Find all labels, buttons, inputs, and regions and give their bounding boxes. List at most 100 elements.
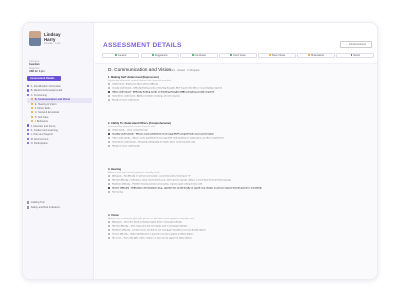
status-dot-icon	[31, 98, 34, 101]
answer-option-label: Understands – Clear comprehension	[112, 129, 148, 132]
answer-option-label: Rarely or never understood	[112, 99, 139, 102]
answer-option-label: Moderate difficulty – Problem hearing no…	[112, 183, 203, 186]
tab-label: Client Views	[233, 55, 246, 57]
radio-button[interactable]	[108, 98, 111, 101]
tab[interactable]: Suggestions	[141, 53, 179, 59]
tab-label: Conclusion	[194, 55, 206, 57]
status-dot-icon	[27, 89, 30, 92]
status-dot-icon	[31, 106, 34, 110]
avatar	[29, 31, 41, 46]
tab[interactable]: Client Views	[219, 53, 257, 59]
radio-button[interactable]	[108, 182, 111, 185]
sidebar-item-label: C. Functioning	[30, 93, 47, 97]
status-legend: Score · Answer · In Progress	[169, 69, 200, 72]
sidebar-nav: A. Identification Information B. Medical …	[27, 84, 92, 146]
tab-label: Result	[353, 55, 360, 57]
main-panel: ASSESSMENT DETAILS ← All Assessment Gene…	[95, 23, 377, 279]
sidebar-item-safety[interactable]: Safety and Risk Indicators	[27, 206, 92, 210]
sidebar-item-label: L. Pain and Support	[30, 133, 53, 137]
answer-option-label: Adequate – Sees fine detail, including r…	[112, 221, 183, 224]
assessment-details-button[interactable]: Assessment Details	[27, 76, 61, 81]
tab[interactable]: Parent Views	[258, 53, 296, 59]
radio-button[interactable]	[108, 144, 111, 147]
answer-option-label: Adequate – No difficulty in normal conve…	[112, 175, 191, 178]
sidebar-item-label: Safety and Risk Indicators	[30, 206, 60, 209]
radio-button[interactable]	[108, 221, 111, 223]
sidebar-item[interactable]: N. Participation	[27, 142, 92, 146]
profile-meta-caregiver: Caregiver Guardian	[29, 60, 89, 66]
radio-button[interactable]	[108, 86, 111, 89]
answer-option-label: Often understood – Difficulty finding wo…	[112, 91, 214, 94]
radio-button[interactable]	[108, 178, 111, 181]
section-title: D. Communication and Vision	[108, 68, 172, 73]
radio-button[interactable]	[108, 228, 111, 231]
radio-button[interactable]	[108, 190, 111, 193]
all-assessment-button[interactable]: ← All Assessment	[340, 41, 372, 48]
sidebar-item-guiding-tool[interactable]: Guiding Tool	[27, 201, 92, 205]
app-window: Lindsay Harry Female · 4 yrs Caregiver G…	[22, 22, 378, 280]
profile-card: Lindsay Harry Female · 4 yrs	[29, 31, 89, 57]
sidebar-item-label: J. Attention and Focus	[30, 124, 56, 128]
radio-button[interactable]	[108, 232, 111, 235]
answer-option-label: Moderate difficulty – Limited vision; no…	[112, 229, 206, 232]
answer-option[interactable]: No vision – Sees only light, colors, sha…	[108, 236, 370, 241]
sidebar-item-label: D. Communication and Vision	[34, 98, 71, 102]
radio-button[interactable]	[108, 224, 111, 227]
answer-option-label: Minimal difficulty – Difficulty in some …	[112, 179, 231, 182]
sidebar-item-label: G. Social & Emotional	[34, 111, 60, 115]
radio-button[interactable]	[108, 83, 111, 85]
radio-button[interactable]	[108, 186, 111, 189]
profile-meta-diagnosis: Diagnosis ASD Gr: 3 yrs	[29, 67, 89, 73]
question-block: 1. Making Self Understood (Expression) Ex…	[108, 76, 370, 103]
radio-button[interactable]	[108, 175, 111, 177]
page-title: ASSESSMENT DETAILS	[103, 42, 182, 49]
question-block: 2. Ability To Understand Others (Compreh…	[108, 122, 370, 149]
answer-option-label: Usually understands – Misses some part/i…	[112, 133, 214, 136]
sidebar-item-label: M. Environment	[30, 137, 49, 141]
radio-button[interactable]	[108, 129, 111, 131]
radio-button[interactable]	[108, 140, 111, 143]
radio-button[interactable]	[108, 236, 111, 239]
answer-option-label: Rarely or never understands	[112, 145, 140, 148]
sidebar-item-label: H. Self Care	[34, 115, 49, 119]
status-dot-icon	[31, 111, 34, 114]
sidebar-item-label: F. Motor Skills	[34, 106, 51, 110]
answer-option-label: Severe difficulty – Object identificatio…	[112, 233, 194, 236]
tab-status-icon	[152, 54, 154, 56]
radio-button[interactable]	[108, 94, 111, 97]
tab[interactable]: Result	[336, 53, 374, 59]
answer-option-label: Usually understood – Difficulty finding …	[112, 87, 222, 90]
answer-option[interactable]: Rarely or never understood	[108, 98, 370, 103]
sidebar-item-label: N. Participation	[30, 142, 48, 146]
sidebar-item-label: A. Identification Information	[30, 85, 62, 88]
tab-status-icon	[307, 54, 310, 56]
status-dot-icon	[31, 120, 34, 123]
answer-option[interactable]: Rarely or never understands	[108, 144, 370, 149]
tab-label: General	[118, 55, 127, 57]
radio-button[interactable]	[108, 90, 111, 93]
profile-subtitle: Female · 4 yrs	[44, 42, 61, 45]
tab-status-icon	[268, 54, 271, 56]
tab-label: Observations	[310, 55, 325, 57]
sidebar-item-label: E. Hearing & Vision	[34, 102, 57, 106]
status-dot-icon	[27, 124, 30, 127]
tab-label: Suggestions	[154, 55, 168, 57]
answer-option-label: Often understands – Misses some part/int…	[112, 137, 224, 140]
profile-name: Lindsay Harry	[44, 32, 61, 42]
answer-option-label: Sometimes understood – Ability is limite…	[112, 95, 181, 98]
tab[interactable]: Observations	[297, 53, 335, 59]
tab-status-icon	[230, 54, 233, 56]
shield-icon	[27, 206, 30, 209]
document-icon	[27, 201, 30, 204]
answer-option[interactable]: No hearing	[108, 190, 370, 195]
meta-value: Guardian	[29, 63, 40, 66]
answer-option-label: Understood – Expresses ideas without dif…	[112, 83, 158, 86]
tab[interactable]: General	[102, 53, 140, 59]
radio-button[interactable]	[108, 132, 111, 135]
radio-button[interactable]	[108, 136, 111, 139]
meta-value: ASD Gr: 3 yrs	[29, 70, 45, 73]
tab[interactable]: Conclusion	[180, 53, 218, 59]
answer-option-label: No vision – Sees only light, colors, sha…	[112, 237, 192, 240]
answer-option-label: No hearing	[112, 191, 123, 194]
answer-option-label: Minimal difficulty – Sees large print, b…	[112, 225, 188, 228]
